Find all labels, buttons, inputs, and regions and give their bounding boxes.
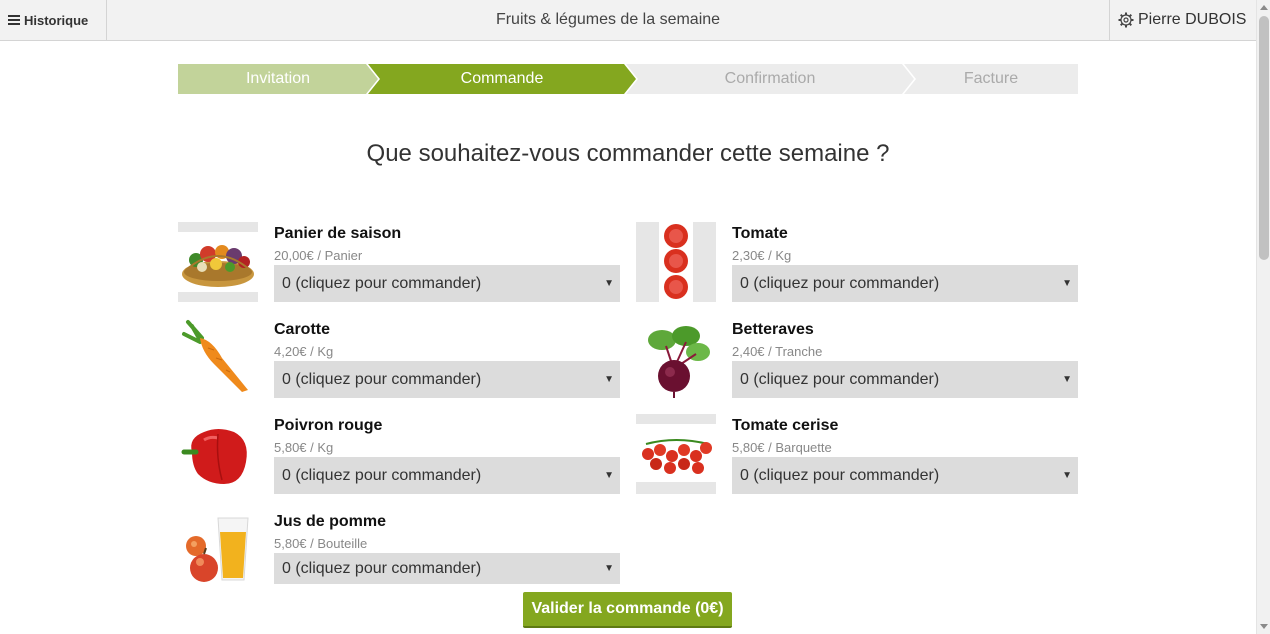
page-title: Fruits & légumes de la semaine: [495, 11, 721, 28]
scrollbar-thumb[interactable]: [1259, 16, 1269, 260]
product-item: Betteraves 2,40€ / Tranche 0 (cliquez po…: [636, 318, 1078, 398]
dropdown-arrow-icon: ▼: [604, 374, 614, 385]
product-name: Panier de saison: [274, 225, 402, 242]
quantity-select[interactable]: 0 (cliquez pour commander) ▼: [274, 265, 620, 302]
step-facture: Facture: [904, 64, 1078, 94]
product-item: Panier de saison 20,00€ / Panier 0 (cliq…: [178, 222, 620, 302]
quantity-value: 0 (cliquez pour commander): [740, 274, 940, 292]
scroll-up-arrow-icon[interactable]: [1260, 5, 1268, 10]
dropdown-arrow-icon: ▼: [604, 563, 614, 574]
product-price: 5,80€ / Bouteille: [274, 536, 368, 551]
dropdown-arrow-icon: ▼: [604, 470, 614, 481]
product-name: Tomate cerise: [732, 417, 839, 434]
dropdown-arrow-icon: ▼: [1062, 278, 1072, 289]
gear-icon: [1118, 12, 1134, 28]
scrollbar[interactable]: [1256, 0, 1270, 634]
product-name: Betteraves: [732, 321, 814, 338]
quantity-select[interactable]: 0 (cliquez pour commander) ▼: [732, 361, 1078, 398]
history-button[interactable]: Historique: [0, 0, 107, 40]
product-item: Tomate 2,30€ / Kg 0 (cliquez pour comman…: [636, 222, 1078, 302]
product-item: Tomate cerise 5,80€ / Barquette 0 (cliqu…: [636, 414, 1078, 494]
quantity-select[interactable]: 0 (cliquez pour commander) ▼: [274, 457, 620, 494]
product-name: Tomate: [732, 225, 788, 242]
step-invitation: Invitation: [178, 64, 378, 94]
product-name: Jus de pomme: [274, 513, 387, 530]
product-name: Carotte: [274, 321, 331, 338]
basket-icon: [178, 222, 258, 302]
product-item: Jus de pomme 5,80€ / Bouteille 0 (clique…: [178, 510, 620, 590]
dropdown-arrow-icon: ▼: [1062, 470, 1072, 481]
history-label: Historique: [24, 12, 89, 28]
product-item: Carotte 4,20€ / Kg 0 (cliquez pour comma…: [178, 318, 620, 398]
progress-steps: Invitation Commande Confirmation Facture: [178, 64, 1078, 94]
user-menu-button[interactable]: Pierre DUBOIS: [1109, 0, 1256, 40]
cherry-tomato-icon: [636, 414, 716, 494]
step-confirmation: Confirmation: [626, 64, 914, 94]
quantity-value: 0 (cliquez pour commander): [282, 370, 482, 388]
validate-order-button[interactable]: Valider la commande (0€): [523, 592, 732, 628]
quantity-select[interactable]: 0 (cliquez pour commander) ▼: [274, 361, 620, 398]
quantity-value: 0 (cliquez pour commander): [282, 274, 482, 292]
quantity-value: 0 (cliquez pour commander): [740, 466, 940, 484]
product-price: 5,80€ / Kg: [274, 440, 334, 455]
quantity-select[interactable]: 0 (cliquez pour commander) ▼: [732, 457, 1078, 494]
quantity-value: 0 (cliquez pour commander): [282, 559, 482, 577]
product-name: Poivron rouge: [274, 417, 383, 434]
quantity-select[interactable]: 0 (cliquez pour commander) ▼: [732, 265, 1078, 302]
menu-icon: [8, 15, 21, 25]
product-price: 20,00€ / Panier: [274, 248, 363, 263]
product-price: 5,80€ / Barquette: [732, 440, 832, 455]
step-commande: Commande: [368, 64, 636, 94]
tomato-icon: [636, 222, 716, 302]
product-price: 2,30€ / Kg: [732, 248, 792, 263]
apple-juice-icon: [178, 510, 258, 590]
user-name: Pierre DUBOIS: [1138, 11, 1247, 28]
product-item: Poivron rouge 5,80€ / Kg 0 (cliquez pour…: [178, 414, 620, 494]
order-question: Que souhaitez-vous commander cette semai…: [366, 140, 890, 167]
quantity-value: 0 (cliquez pour commander): [282, 466, 482, 484]
carrot-icon: [178, 318, 258, 398]
quantity-value: 0 (cliquez pour commander): [740, 370, 940, 388]
pepper-icon: [178, 414, 258, 494]
dropdown-arrow-icon: ▼: [604, 278, 614, 289]
quantity-select[interactable]: 0 (cliquez pour commander) ▼: [274, 553, 620, 584]
product-price: 2,40€ / Tranche: [732, 344, 823, 359]
scroll-down-arrow-icon[interactable]: [1260, 624, 1268, 629]
top-bar: Historique Fruits & légumes de la semain…: [0, 0, 1256, 41]
product-price: 4,20€ / Kg: [274, 344, 334, 359]
beet-icon: [636, 318, 716, 398]
dropdown-arrow-icon: ▼: [1062, 374, 1072, 385]
